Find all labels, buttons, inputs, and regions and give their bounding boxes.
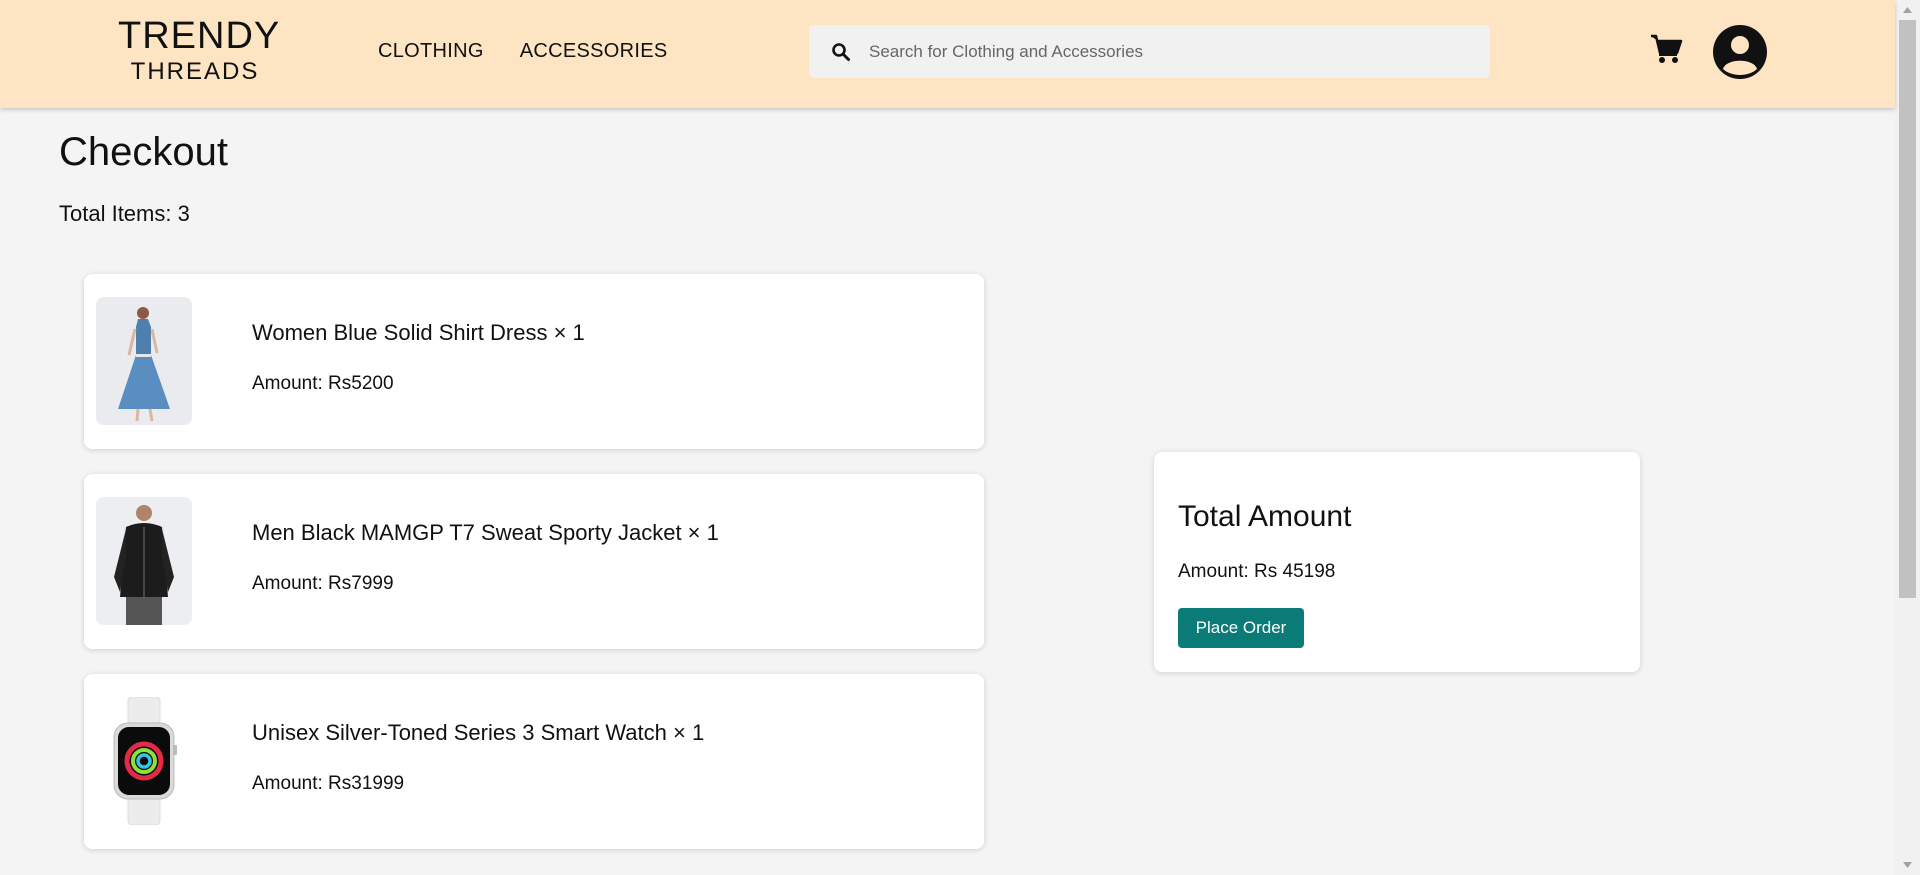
user-profile-icon[interactable] (1713, 25, 1767, 79)
summary-title: Total Amount (1178, 500, 1352, 533)
logo-bottom-text: THREADS (130, 58, 260, 85)
item-amount: Amount: Rs7999 (252, 573, 394, 594)
item-name: Unisex Silver-Toned Series 3 Smart Watch… (252, 720, 705, 745)
logo-top-text: TRENDY (118, 15, 281, 57)
item-amount: Amount: Rs5200 (252, 373, 394, 394)
search-icon[interactable] (831, 42, 851, 62)
product-image-dress[interactable] (96, 297, 192, 425)
scroll-up-arrow-icon[interactable] (1895, 0, 1920, 20)
nav-link-accessories[interactable]: ACCESSORIES (520, 40, 668, 63)
total-amount-value: Amount: Rs 45198 (1178, 561, 1336, 582)
total-items-count: Total Items: 3 (59, 201, 190, 226)
product-image-smart-watch[interactable] (96, 697, 192, 825)
page-title: Checkout (59, 130, 228, 174)
search-input[interactable] (869, 25, 1469, 78)
cart-item-card: Unisex Silver-Toned Series 3 Smart Watch… (84, 674, 984, 849)
item-name: Men Black MAMGP T7 Sweat Sporty Jacket ×… (252, 520, 719, 545)
scroll-down-arrow-icon[interactable] (1895, 855, 1920, 875)
cart-icon[interactable] (1650, 34, 1683, 64)
product-image-jacket[interactable] (96, 497, 192, 625)
cart-item-card: Women Blue Solid Shirt Dress × 1 Amount:… (84, 274, 984, 449)
place-order-button[interactable]: Place Order (1178, 608, 1304, 648)
item-name: Women Blue Solid Shirt Dress × 1 (252, 320, 585, 345)
site-header: TRENDY THREADS CLOTHING ACCESSORIES (0, 0, 1895, 108)
main-nav: CLOTHING ACCESSORIES (378, 40, 668, 63)
vertical-scrollbar[interactable] (1895, 0, 1920, 875)
order-summary-card: Total Amount Amount: Rs 45198 Place Orde… (1154, 452, 1640, 672)
item-amount: Amount: Rs31999 (252, 773, 405, 794)
scrollbar-thumb[interactable] (1899, 20, 1916, 598)
search-bar (809, 25, 1490, 78)
brand-logo[interactable]: TRENDY THREADS (118, 15, 281, 86)
nav-link-clothing[interactable]: CLOTHING (378, 40, 484, 63)
cart-item-card: Men Black MAMGP T7 Sweat Sporty Jacket ×… (84, 474, 984, 649)
